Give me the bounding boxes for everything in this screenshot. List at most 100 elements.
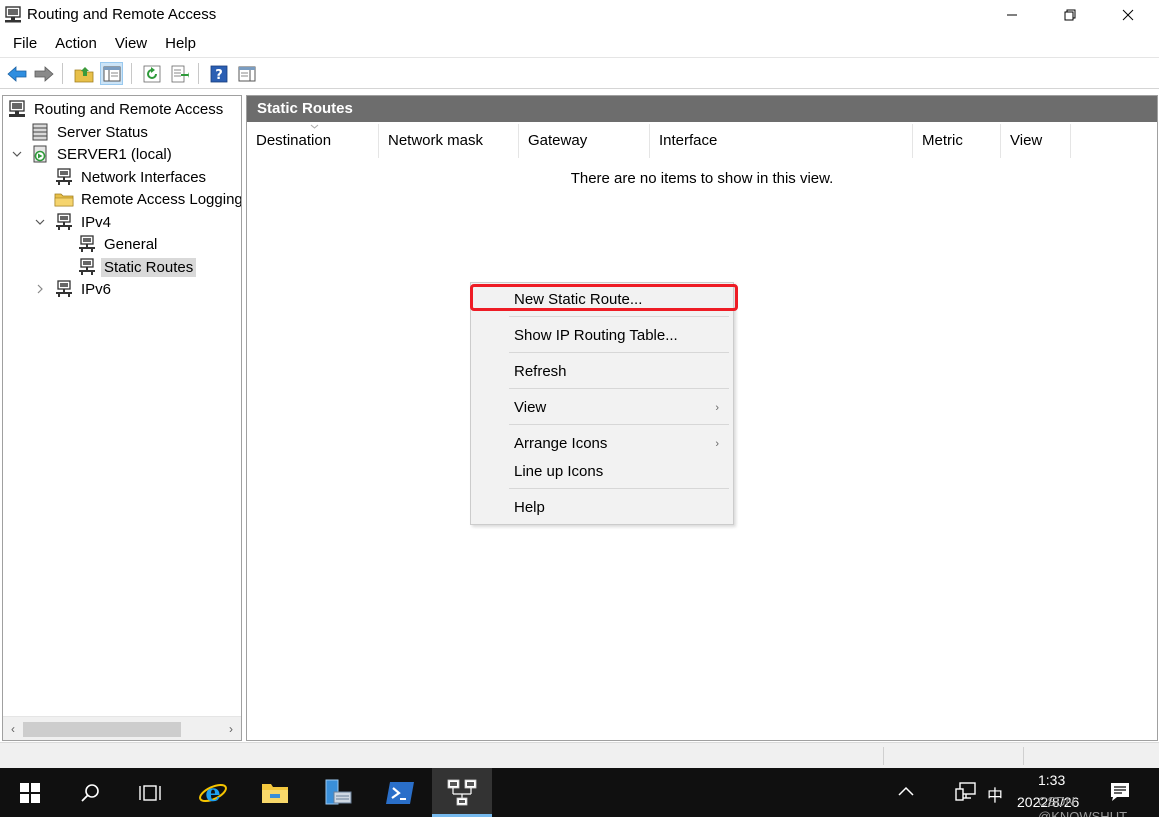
menu-help[interactable]: Help bbox=[156, 33, 205, 55]
tree-item-label: General bbox=[104, 235, 158, 253]
search-button[interactable] bbox=[60, 768, 120, 817]
minimize-icon bbox=[1007, 14, 1017, 16]
tree-horizontal-scrollbar[interactable]: ‹ › bbox=[3, 716, 241, 740]
back-arrow-icon bbox=[6, 65, 26, 82]
watermark-text: CSDN @KNOWSHUT bbox=[1038, 794, 1128, 817]
taskbar: e 中 1:33 2022/8/26 CSDN @KNOWSHUT bbox=[0, 768, 1159, 817]
menu-item-help[interactable]: Help bbox=[471, 495, 733, 521]
tree-item-server-status[interactable]: Server Status bbox=[30, 121, 151, 143]
toolbar-separator bbox=[62, 63, 63, 84]
toolbar-separator bbox=[198, 63, 199, 84]
tree-item-label: IPv6 bbox=[81, 280, 112, 298]
column-headers: Destination Network mask Gateway Interfa… bbox=[247, 124, 1157, 158]
submenu-arrow-icon: › bbox=[715, 402, 719, 414]
minimize-button[interactable] bbox=[983, 0, 1041, 30]
menu-action[interactable]: Action bbox=[46, 33, 106, 55]
internet-explorer-icon: e bbox=[199, 778, 227, 807]
expand-chevron-icon[interactable] bbox=[35, 284, 45, 294]
menu-file[interactable]: File bbox=[4, 33, 46, 55]
menu-item-view[interactable]: View › bbox=[471, 395, 733, 421]
column-network-mask[interactable]: Network mask bbox=[379, 124, 519, 158]
refresh-button[interactable] bbox=[140, 62, 163, 85]
up-one-level-button[interactable] bbox=[72, 62, 95, 85]
console-tree: Routing and Remote Access Server Status … bbox=[2, 95, 242, 741]
column-view[interactable]: View bbox=[1001, 124, 1071, 158]
help-icon: ? bbox=[210, 65, 227, 83]
file-explorer-button[interactable] bbox=[245, 768, 305, 817]
tree-item-network-interfaces[interactable]: Network Interfaces bbox=[54, 166, 209, 188]
restore-button[interactable] bbox=[1041, 0, 1099, 30]
task-view-button[interactable] bbox=[120, 768, 180, 817]
annotation-highlight-box bbox=[470, 284, 738, 311]
network-icon bbox=[79, 235, 95, 252]
tree-item-label: Network Interfaces bbox=[81, 168, 207, 186]
scroll-left-icon[interactable]: ‹ bbox=[3, 717, 23, 740]
sort-indicator-icon bbox=[310, 124, 319, 129]
svg-text:?: ? bbox=[215, 68, 223, 83]
server-manager-icon bbox=[325, 779, 352, 804]
menu-item-line-up-icons[interactable]: Line up Icons bbox=[471, 459, 733, 485]
tree-item-label: SERVER1 (local) bbox=[57, 145, 172, 163]
server-manager-button[interactable] bbox=[308, 768, 368, 817]
routing-remote-access-taskbar-button[interactable] bbox=[432, 768, 492, 817]
internet-explorer-button[interactable]: e bbox=[183, 768, 243, 817]
collapse-chevron-icon[interactable] bbox=[35, 217, 45, 227]
column-gateway[interactable]: Gateway bbox=[519, 124, 650, 158]
column-interface[interactable]: Interface bbox=[650, 124, 913, 158]
menu-item-label: Arrange Icons bbox=[514, 435, 608, 452]
back-button[interactable] bbox=[5, 62, 28, 85]
network-computers-icon bbox=[447, 779, 477, 805]
tree-item-ipv6[interactable]: IPv6 bbox=[54, 278, 114, 300]
menu-view[interactable]: View bbox=[106, 33, 156, 55]
column-destination[interactable]: Destination bbox=[247, 124, 379, 158]
menu-item-refresh[interactable]: Refresh bbox=[471, 359, 733, 385]
collapse-chevron-icon[interactable] bbox=[12, 149, 22, 159]
scrollbar-thumb[interactable] bbox=[23, 722, 181, 737]
menu-item-show-ip-routing-table[interactable]: Show IP Routing Table... bbox=[471, 323, 733, 349]
menu-separator bbox=[509, 316, 729, 317]
close-button[interactable] bbox=[1099, 0, 1157, 30]
tree-item-remote-access-logging[interactable]: Remote Access Logging & bbox=[54, 188, 241, 210]
help-button[interactable]: ? bbox=[207, 62, 230, 85]
powershell-button[interactable] bbox=[370, 768, 430, 817]
search-icon bbox=[81, 783, 99, 802]
menu-separator bbox=[509, 352, 729, 353]
show-hide-action-pane-button[interactable] bbox=[235, 62, 258, 85]
tree-item-routing-and-remote-access[interactable]: Routing and Remote Access bbox=[7, 98, 226, 120]
network-icon bbox=[56, 280, 72, 297]
network-status-icon[interactable] bbox=[955, 781, 977, 803]
menu-bar: File Action View Help bbox=[0, 32, 1159, 56]
menu-separator bbox=[509, 424, 729, 425]
show-hidden-icons-chevron-icon[interactable] bbox=[897, 785, 915, 797]
tree-item-server1[interactable]: SERVER1 (local) bbox=[30, 143, 175, 165]
action-center-notification-icon[interactable] bbox=[1109, 781, 1131, 803]
tree-item-static-routes[interactable]: Static Routes bbox=[77, 256, 197, 278]
tree-item-label: Server Status bbox=[57, 123, 148, 141]
forward-button[interactable] bbox=[32, 62, 55, 85]
restore-icon bbox=[1064, 9, 1076, 21]
toolbar: ? bbox=[0, 57, 1159, 89]
clock-time[interactable]: 1:33 bbox=[1038, 772, 1065, 788]
folder-icon bbox=[54, 193, 74, 207]
toolbar-separator bbox=[131, 63, 132, 84]
network-icon bbox=[56, 213, 72, 230]
tree-item-general[interactable]: General bbox=[77, 233, 160, 255]
network-icon bbox=[56, 168, 72, 185]
scroll-right-icon[interactable]: › bbox=[221, 717, 241, 740]
tree-item-ipv4[interactable]: IPv4 bbox=[54, 211, 114, 233]
export-list-button[interactable] bbox=[168, 62, 191, 85]
status-divider bbox=[1023, 747, 1024, 765]
tree-item-label: Static Routes bbox=[101, 257, 197, 277]
start-button[interactable] bbox=[0, 768, 60, 817]
computer-icon bbox=[9, 100, 25, 117]
menu-separator bbox=[509, 488, 729, 489]
pane-header: Static Routes bbox=[247, 96, 1157, 122]
network-icon bbox=[79, 258, 95, 275]
menu-separator bbox=[509, 388, 729, 389]
submenu-arrow-icon: › bbox=[715, 438, 719, 450]
show-hide-console-tree-button[interactable] bbox=[100, 62, 123, 85]
svg-text:e: e bbox=[205, 778, 220, 807]
input-method-indicator[interactable]: 中 bbox=[987, 782, 1003, 806]
column-metric[interactable]: Metric bbox=[913, 124, 1001, 158]
menu-item-arrange-icons[interactable]: Arrange Icons › bbox=[471, 431, 733, 457]
